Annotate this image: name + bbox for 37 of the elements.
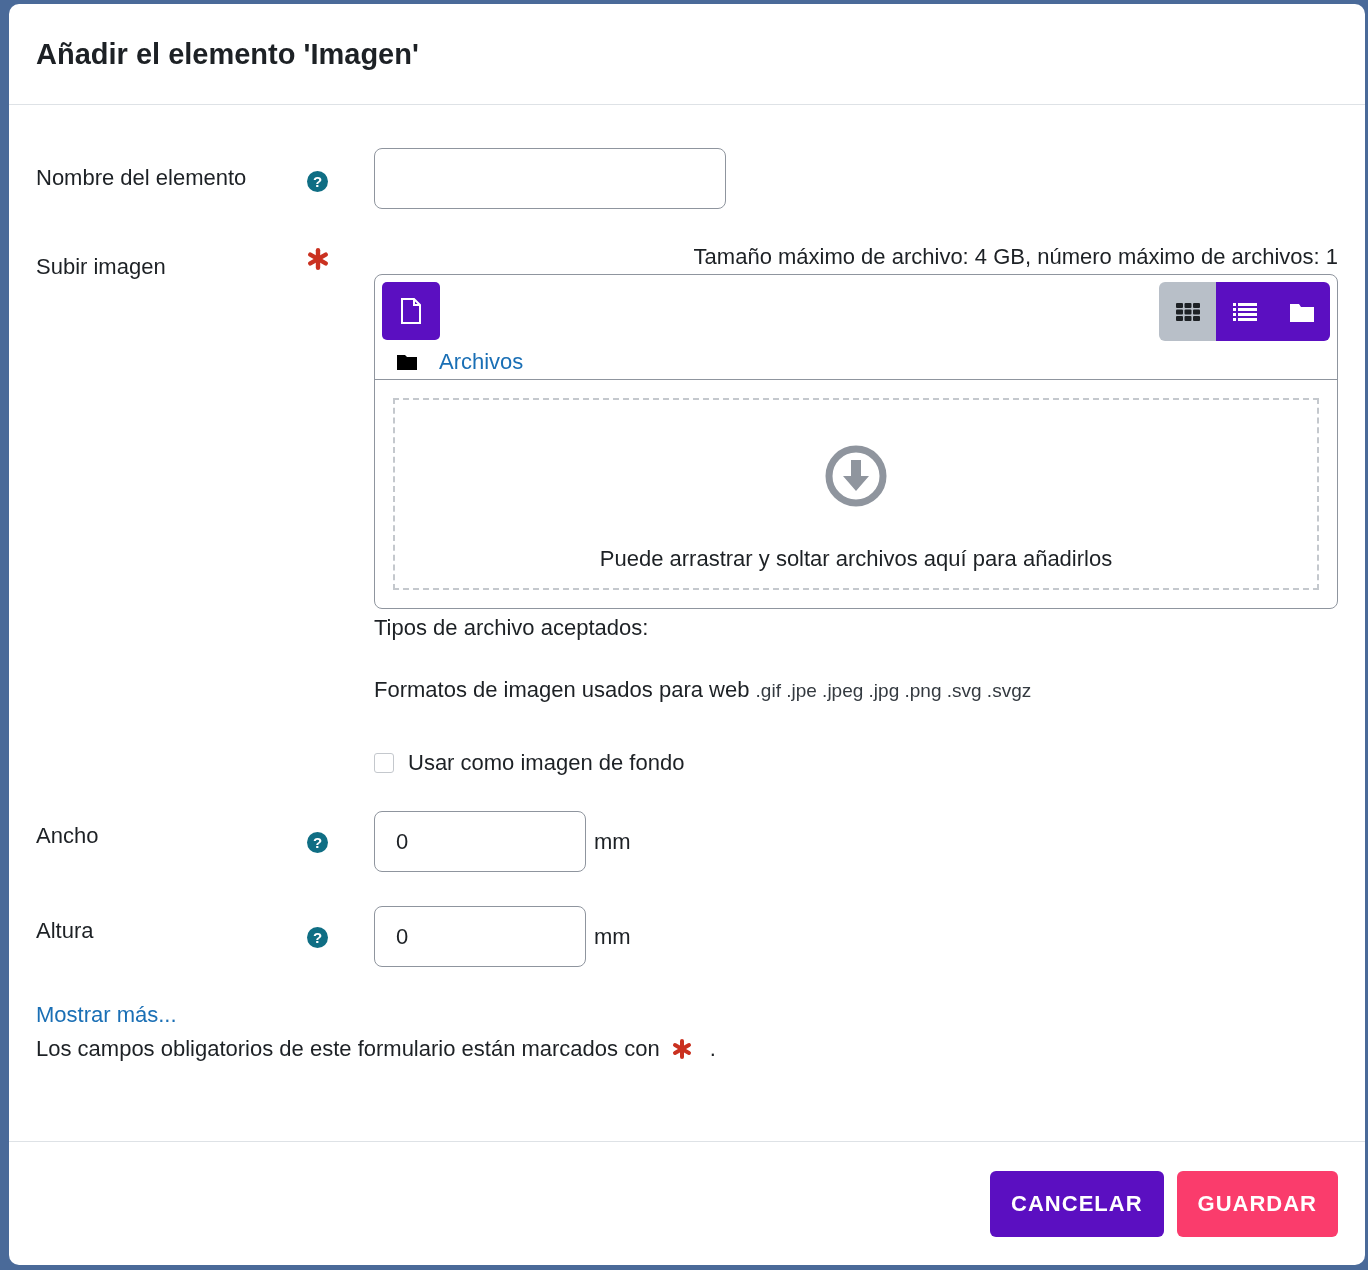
help-icon[interactable]: ? <box>307 832 328 853</box>
grid-view-button[interactable] <box>1159 282 1216 341</box>
list-view-button[interactable] <box>1216 282 1273 341</box>
grid-icon <box>1175 302 1200 321</box>
drop-zone[interactable]: Puede arrastrar y soltar archivos aquí para añadirlos <box>393 398 1319 590</box>
accepted-extensions: .gif .jpe .jpeg .jpg .png .svg .svgz <box>755 680 1032 701</box>
number-input[interactable]: 0 <box>374 906 586 967</box>
show-more-link[interactable]: Mostrar más... <box>36 1002 177 1028</box>
accepted-types-group: Formatos de imagen usados para web <box>374 677 750 702</box>
folder-view-button[interactable] <box>1273 282 1330 341</box>
unit-label: mm <box>594 923 631 950</box>
save-button[interactable]: GUARDAR <box>1176 1170 1338 1237</box>
checkbox[interactable] <box>374 753 394 773</box>
required-icon <box>671 1039 692 1059</box>
file-icon <box>400 298 422 324</box>
field-label: Nombre del elemento <box>36 165 247 190</box>
dialog-title: Añadir el elemento 'Imagen' <box>36 37 419 71</box>
add-file-button[interactable] <box>382 282 440 340</box>
checkbox-label: Usar como imagen de fondo <box>408 750 685 776</box>
folder-icon <box>397 354 417 370</box>
field-label: Ancho <box>36 823 99 848</box>
field-label: Altura <box>36 918 94 943</box>
help-icon[interactable]: ? <box>307 927 328 948</box>
folder-icon <box>1289 301 1314 322</box>
accepted-types-label: Tipos de archivo aceptados: <box>374 615 650 641</box>
folder-path-link[interactable]: Archivos <box>439 349 524 375</box>
required-note: Los campos obligatorios de este formulario están marcados con <box>36 1036 660 1062</box>
upload-limits-text: Tamaño máximo de archivo: 4 GB, número máximo de archivos: 1 <box>692 244 1338 270</box>
unit-label: mm <box>594 828 631 855</box>
help-icon[interactable]: ? <box>307 171 328 192</box>
number-input[interactable]: 0 <box>374 811 586 872</box>
cancel-button[interactable]: CANCELAR <box>990 1170 1164 1237</box>
name-input[interactable] <box>374 148 726 209</box>
field-label: Subir imagen <box>36 254 166 279</box>
drop-instructions: Puede arrastrar y soltar archivos aquí para añadirlos <box>599 546 1113 572</box>
required-note-end: . <box>709 1036 716 1062</box>
list-icon <box>1232 302 1257 321</box>
